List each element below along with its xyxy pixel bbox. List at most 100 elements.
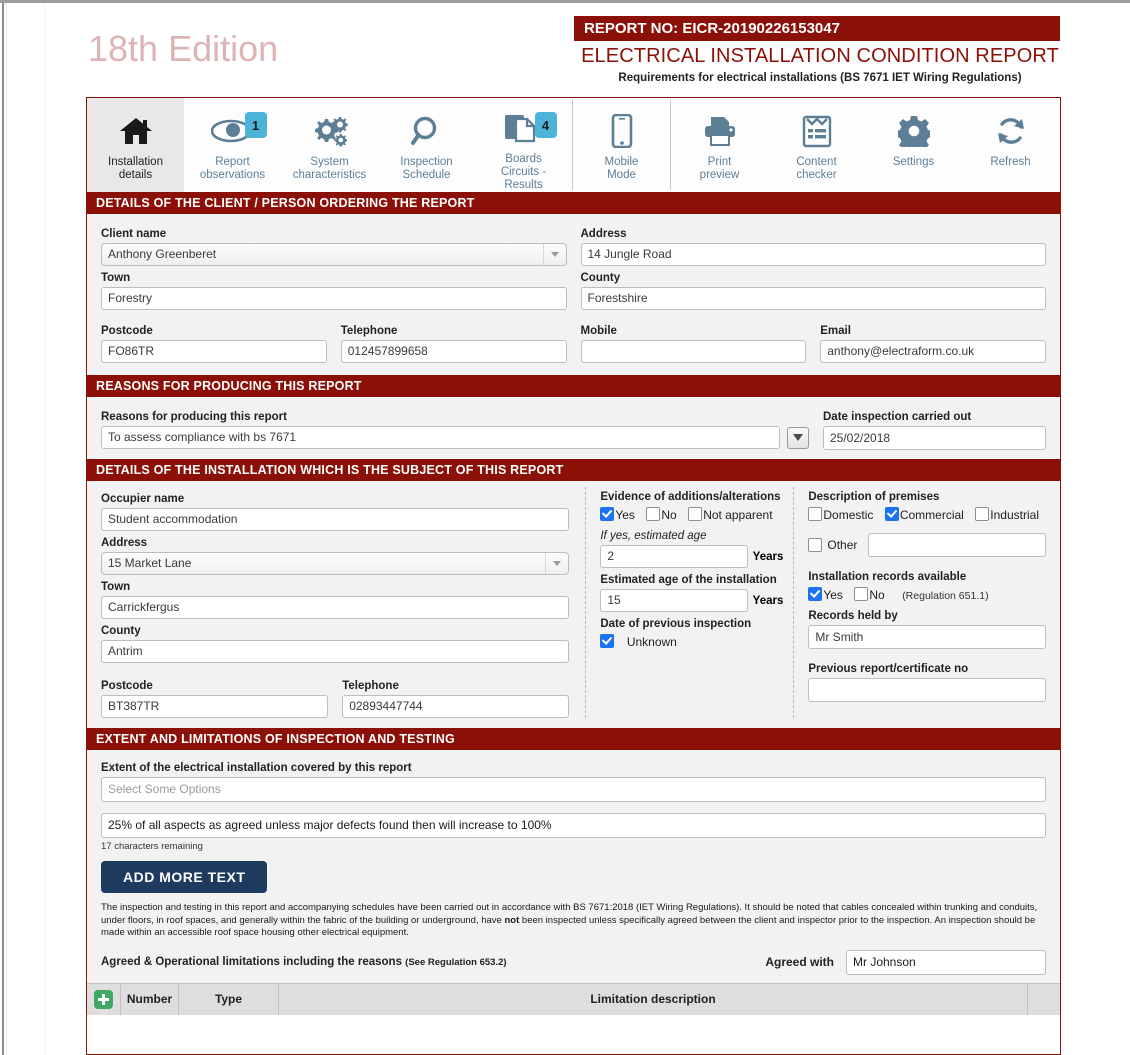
premises-other-input[interactable]	[868, 533, 1046, 557]
tab-refresh[interactable]: Refresh	[962, 98, 1059, 192]
records-held-by-input[interactable]: Mr Smith	[808, 625, 1046, 649]
section-header-reasons: REASONS FOR PRODUCING THIS REPORT	[87, 375, 1060, 397]
tab-label: Report observations	[199, 156, 266, 181]
section-header-installation: DETAILS OF THE INSTALLATION WHICH IS THE…	[87, 459, 1060, 481]
client-address-input[interactable]: 14 Jungle Road	[580, 243, 1046, 266]
evidence-checkbox-group: Yes No Not apparent	[600, 506, 783, 524]
evidence-no-checkbox[interactable]	[646, 507, 661, 521]
plus-icon[interactable]	[94, 989, 113, 1009]
report-title: ELECTRICAL INSTALLATION CONDITION REPORT	[581, 45, 1059, 67]
if-yes-age-input[interactable]: 2	[600, 545, 748, 568]
magnifier-icon	[410, 110, 444, 152]
column-header-number: Number	[121, 983, 179, 1015]
date-inspection-input[interactable]: 25/02/2018	[823, 426, 1046, 450]
installation-address-value: 15 Market Lane	[108, 556, 192, 570]
premises-industrial-checkbox[interactable]	[975, 507, 990, 521]
client-postcode-input[interactable]: FO86TR	[101, 340, 327, 363]
previous-certificate-input[interactable]	[808, 678, 1046, 702]
premises-commercial-checkbox[interactable]	[884, 507, 899, 521]
tab-system-characteristics[interactable]: System characteristics	[281, 98, 378, 192]
installation-county-input[interactable]: Antrim	[101, 640, 570, 663]
main-toolbar: Installation details 1 Report observatio…	[87, 98, 1060, 192]
evidence-yes-label: Yes	[615, 508, 635, 522]
tab-report-observations[interactable]: 1 Report observations	[184, 98, 281, 192]
records-yes-label: Yes	[823, 588, 843, 602]
date-inspection-label: Date inspection carried out	[823, 411, 972, 423]
regulation-note: (Regulation 651.1)	[902, 590, 989, 602]
installation-address-label: Address	[101, 537, 148, 549]
client-name-value: Anthony Greenberet	[108, 247, 217, 261]
evidence-not-apparent-checkbox[interactable]	[688, 507, 703, 521]
report-form-frame: Installation details 1 Report observatio…	[86, 97, 1061, 1055]
client-town-label: Town	[101, 272, 131, 284]
add-limitation-cell[interactable]	[87, 983, 121, 1015]
evidence-no-label: No	[661, 508, 677, 522]
reasons-input[interactable]: To assess compliance with bs 7671	[101, 426, 780, 449]
client-postcode-label: Postcode	[101, 325, 153, 337]
reasons-dropdown-button[interactable]	[787, 426, 809, 449]
tab-settings[interactable]: Settings	[865, 98, 962, 192]
agreed-limitations-note: (See Regulation 653.2)	[405, 957, 507, 968]
estimated-age-input[interactable]: 15	[600, 589, 748, 612]
client-email-label: Email	[820, 325, 851, 337]
years-unit-label: Years	[752, 550, 784, 563]
client-telephone-label: Telephone	[340, 325, 398, 337]
premises-other-checkbox[interactable]	[808, 538, 823, 552]
tab-label: System characteristics	[292, 156, 367, 181]
installation-telephone-input[interactable]: 02893447744	[342, 695, 570, 718]
installation-town-label: Town	[101, 581, 131, 593]
tab-label: Inspection Schedule	[400, 156, 453, 181]
premises-domestic-checkbox[interactable]	[808, 507, 823, 521]
occupier-name-label: Occupier name	[101, 493, 185, 505]
unknown-label: Unknown	[626, 635, 677, 649]
client-name-select[interactable]: Anthony Greenberet	[101, 243, 567, 266]
agreed-with-input[interactable]: Mr Johnson	[846, 949, 1046, 975]
evidence-label: Evidence of additions/alterations	[600, 491, 781, 503]
tab-boards-circuits-results[interactable]: 4 Boards Circuits - Results	[475, 98, 572, 192]
installation-records-label: Installation records available	[808, 571, 967, 583]
report-number-banner: REPORT NO: EICR-20190226153047	[574, 16, 1060, 41]
tab-installation-details[interactable]: Installation details	[87, 98, 184, 192]
window-top-strip	[0, 0, 1130, 3]
tab-label: Content checker	[796, 156, 837, 181]
installation-middle-column: Evidence of additions/alterations Yes No…	[585, 487, 793, 718]
unknown-checkbox[interactable]	[600, 634, 615, 648]
installation-address-select[interactable]: 15 Market Lane	[101, 552, 570, 575]
tab-content-checker[interactable]: Content checker	[768, 98, 865, 192]
occupier-name-input[interactable]: Student accommodation	[101, 508, 570, 531]
home-icon	[119, 110, 153, 152]
agreed-limitations-text: Agreed & Operational limitations includi…	[101, 956, 402, 968]
tab-print-preview[interactable]: Print preview	[671, 98, 768, 192]
limitations-table-header: Number Type Limitation description	[87, 982, 1060, 1015]
add-more-text-button[interactable]: ADD MORE TEXT	[101, 861, 268, 893]
installation-town-input[interactable]: Carrickfergus	[101, 596, 570, 619]
refresh-icon	[995, 110, 1027, 152]
client-telephone-input[interactable]: 012457899658	[340, 340, 567, 363]
extent-text-input[interactable]: 25% of all aspects as agreed unless majo…	[101, 813, 1046, 838]
records-no-checkbox[interactable]	[854, 587, 869, 601]
client-town-input[interactable]: Forestry	[101, 287, 567, 310]
years-unit-label-2: Years	[752, 594, 784, 607]
chars-remaining-text: 17 characters remaining	[101, 841, 203, 852]
client-email-input[interactable]: anthony@electraform.co.uk	[820, 340, 1046, 363]
extent-options-select[interactable]: Select Some Options	[101, 777, 1046, 802]
client-county-input[interactable]: Forestshire	[580, 287, 1046, 310]
tab-label: Print preview	[699, 156, 740, 181]
client-county-label: County	[580, 272, 621, 284]
tab-mobile-mode[interactable]: Mobile Mode	[573, 98, 670, 192]
premises-label: Description of premises	[808, 491, 940, 503]
premises-domestic-label: Domestic	[823, 508, 874, 522]
documents-icon: 4	[503, 110, 557, 149]
previous-certificate-label: Previous report/certificate no	[808, 663, 969, 675]
tab-label: Refresh	[990, 156, 1031, 168]
extent-label: Extent of the electrical installation co…	[101, 762, 412, 774]
records-yes-checkbox[interactable]	[808, 587, 823, 601]
installation-right-column: Description of premises Domestic Commerc…	[793, 487, 1046, 718]
disclaimer-emphasis: not	[504, 914, 520, 926]
page-left-margin-line	[44, 3, 45, 1055]
evidence-yes-checkbox[interactable]	[600, 507, 615, 521]
installation-postcode-input[interactable]: BT387TR	[101, 695, 329, 718]
tab-inspection-schedule[interactable]: Inspection Schedule	[378, 98, 475, 192]
page-left-edge-secondary	[6, 3, 7, 1055]
client-mobile-input[interactable]	[580, 340, 807, 363]
